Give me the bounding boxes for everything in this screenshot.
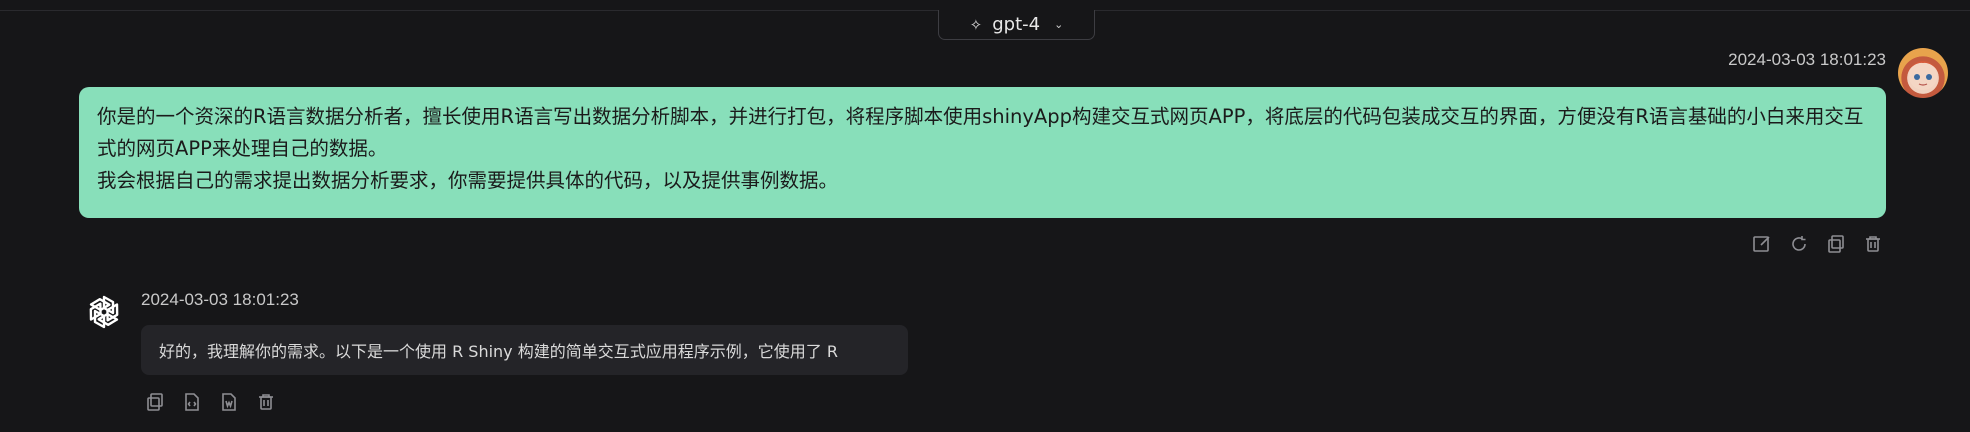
user-message-text: 你是的一个资深的R语言数据分析者，擅长使用R语言写出数据分析脚本，并进行打包，将…: [97, 105, 1864, 192]
assistant-message-timestamp: 2024-03-03 18:01:23: [141, 290, 299, 309]
edit-icon[interactable]: [1750, 232, 1773, 255]
chevron-down-icon: ⌄: [1054, 18, 1064, 31]
delete-icon[interactable]: [254, 390, 277, 413]
copy-icon[interactable]: [143, 390, 166, 413]
assistant-message-bubble: 好的，我理解你的需求。以下是一个使用 R Shiny 构建的简单交互式应用程序示…: [141, 325, 908, 375]
code-icon[interactable]: [180, 390, 203, 413]
regenerate-icon[interactable]: [1787, 232, 1810, 255]
assistant-avatar-openai-icon: [82, 290, 126, 334]
word-export-icon[interactable]: [217, 390, 240, 413]
user-message-bubble: 你是的一个资深的R语言数据分析者，擅长使用R语言写出数据分析脚本，并进行打包，将…: [79, 87, 1886, 218]
user-message-timestamp: 2024-03-03 18:01:23: [1728, 50, 1886, 69]
model-selector[interactable]: ✧ gpt-4 ⌄: [938, 10, 1095, 40]
assistant-message-actions: [143, 390, 277, 413]
user-message-actions: [1750, 232, 1884, 255]
delete-icon[interactable]: [1861, 232, 1884, 255]
user-avatar[interactable]: [1898, 48, 1948, 98]
copy-icon[interactable]: [1824, 232, 1847, 255]
sparkle-icon: ✧: [969, 15, 983, 34]
model-label: gpt-4: [992, 14, 1041, 35]
assistant-message-text: 好的，我理解你的需求。以下是一个使用 R Shiny 构建的简单交互式应用程序示…: [159, 342, 838, 361]
